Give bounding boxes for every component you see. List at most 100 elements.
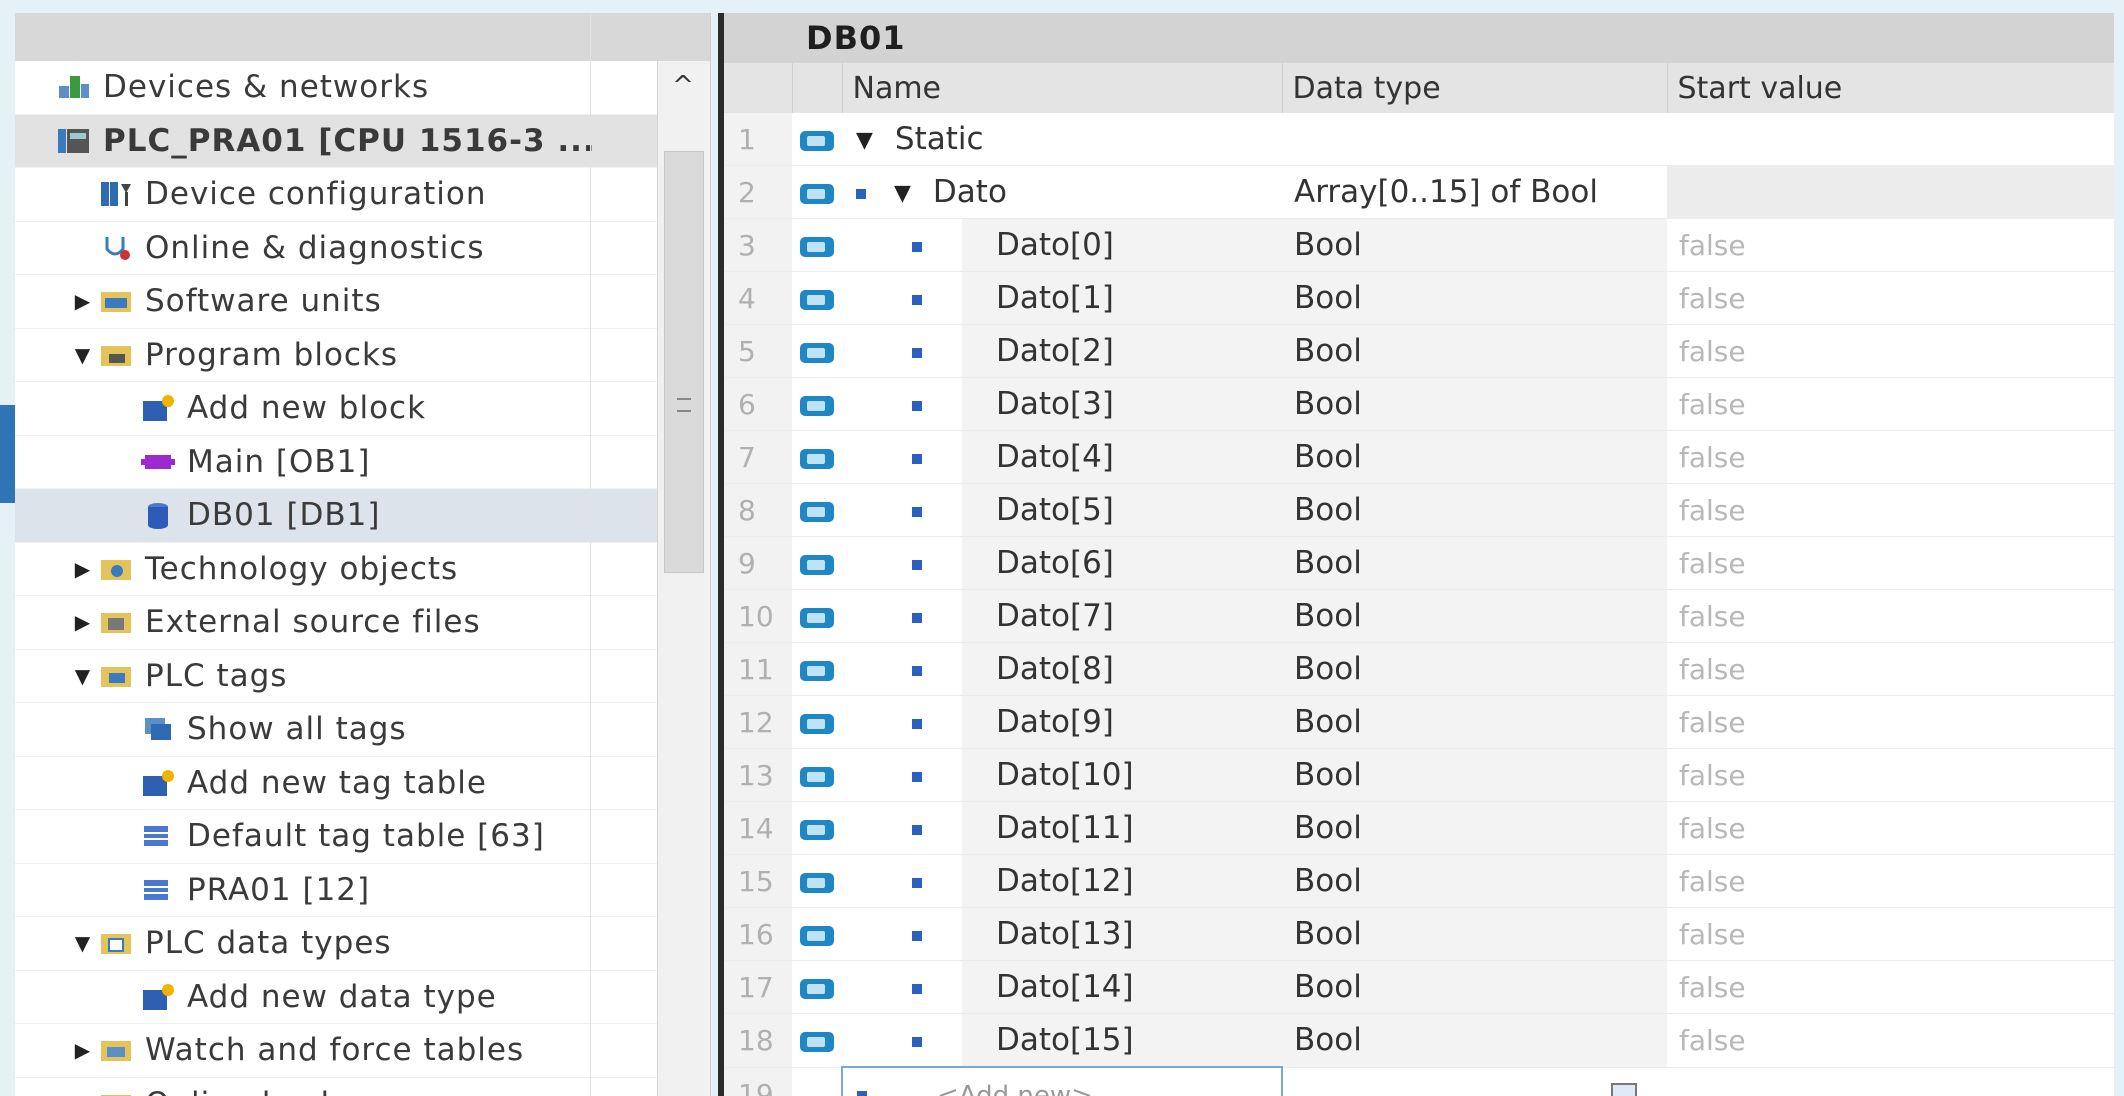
- tree-item-technology-objects[interactable]: ▶ Technology objects: [15, 543, 710, 596]
- data-type-cell[interactable]: Bool: [1282, 324, 1667, 378]
- start-value-cell[interactable]: false: [1667, 483, 2114, 537]
- tree-item-plc-tags[interactable]: ▼ PLC tags: [15, 650, 710, 703]
- data-type-cell[interactable]: Bool: [1282, 748, 1667, 802]
- tree-item-online-diagnostics[interactable]: Online & diagnostics: [15, 222, 710, 275]
- tree-item-main-ob1[interactable]: Main [OB1]: [15, 436, 710, 489]
- caret-right-icon[interactable]: ▶: [69, 608, 97, 636]
- caret-right-icon[interactable]: ▶: [69, 1090, 97, 1096]
- tree-item-add-new-tag-table[interactable]: Add new tag table: [15, 757, 710, 810]
- data-type-cell[interactable]: Bool: [1282, 218, 1667, 272]
- tree-item-devices-networks[interactable]: Devices & networks: [15, 61, 710, 115]
- data-type-cell[interactable]: Bool: [1282, 536, 1667, 590]
- data-type-cell[interactable]: Bool: [1282, 695, 1667, 749]
- start-value-cell[interactable]: false: [1667, 271, 2114, 325]
- tree-item-show-all-tags[interactable]: Show all tags: [15, 703, 710, 757]
- tree-item-external-source-files[interactable]: ▶ External source files: [15, 596, 710, 650]
- table-row[interactable]: 16 Dato[13] Bool false: [724, 907, 2114, 961]
- data-type-cell[interactable]: Bool: [1282, 589, 1667, 643]
- tree-item-default-tag-table-63[interactable]: Default tag table [63]: [15, 810, 710, 864]
- tree-item-pra01-12[interactable]: PRA01 [12]: [15, 864, 710, 917]
- tree-item-add-new-block[interactable]: Add new block: [15, 382, 710, 436]
- tree-item-db01-db1[interactable]: DB01 [DB1]: [15, 489, 710, 543]
- start-value-cell[interactable]: false: [1667, 430, 2114, 484]
- scroll-up-button[interactable]: ^: [664, 71, 702, 101]
- data-type-cell[interactable]: [1282, 113, 1667, 166]
- start-value-cell[interactable]: false: [1667, 695, 2114, 749]
- table-row[interactable]: 3 Dato[0] Bool false: [724, 218, 2114, 272]
- caret-right-icon[interactable]: ▶: [69, 555, 97, 583]
- header-start-value[interactable]: Start value: [1667, 63, 2114, 113]
- start-value-cell[interactable]: [1667, 113, 2114, 166]
- start-value-cell[interactable]: false: [1667, 1013, 2114, 1068]
- table-row[interactable]: 12 Dato[9] Bool false: [724, 695, 2114, 749]
- table-row[interactable]: 15 Dato[12] Bool false: [724, 854, 2114, 908]
- table-row[interactable]: 17 Dato[14] Bool false: [724, 960, 2114, 1014]
- name-cell[interactable]: Dato[2]: [842, 324, 1282, 378]
- start-value-cell[interactable]: false: [1667, 324, 2114, 378]
- name-cell[interactable]: Dato[9]: [842, 695, 1282, 749]
- table-row[interactable]: 1 ▼ Static: [724, 113, 2114, 166]
- table-row[interactable]: 11 Dato[8] Bool false: [724, 642, 2114, 696]
- start-value-cell[interactable]: false: [1667, 218, 2114, 272]
- caret-down-icon[interactable]: ▼: [69, 929, 97, 957]
- table-row[interactable]: 6 Dato[3] Bool false: [724, 377, 2114, 431]
- name-cell[interactable]: Dato[13]: [842, 907, 1282, 961]
- start-value-cell[interactable]: false: [1667, 801, 2114, 855]
- type-picker-icon[interactable]: [1611, 1082, 1637, 1096]
- table-row[interactable]: 7 Dato[4] Bool false: [724, 430, 2114, 484]
- add-new-row[interactable]: 19 <Add new>: [724, 1066, 2114, 1096]
- data-type-cell[interactable]: Bool: [1282, 960, 1667, 1014]
- data-type-cell[interactable]: Bool: [1282, 483, 1667, 537]
- caret-right-icon[interactable]: ▶: [69, 287, 97, 315]
- name-cell[interactable]: Dato[12]: [842, 854, 1282, 908]
- name-cell[interactable]: Dato[4]: [842, 430, 1282, 484]
- tree-item-software-units[interactable]: ▶ Software units: [15, 275, 710, 329]
- tree-item-online-backups[interactable]: ▶ Online backups: [15, 1078, 710, 1096]
- caret-down-icon[interactable]: ▼: [894, 181, 911, 206]
- header-name[interactable]: Name: [842, 63, 1283, 113]
- tree-item-plc-data-types[interactable]: ▼ PLC data types: [15, 917, 710, 971]
- table-row[interactable]: 10 Dato[7] Bool false: [724, 589, 2114, 643]
- caret-down-icon[interactable]: ▼: [69, 662, 97, 690]
- data-type-cell[interactable]: Bool: [1282, 907, 1667, 961]
- name-cell[interactable]: ▼ Dato: [842, 165, 1282, 219]
- start-value-cell[interactable]: false: [1667, 642, 2114, 696]
- tree-item-watch-and-force-tables[interactable]: ▶ Watch and force tables: [15, 1024, 710, 1078]
- data-type-cell[interactable]: Bool: [1282, 430, 1667, 484]
- table-row[interactable]: 4 Dato[1] Bool false: [724, 271, 2114, 325]
- start-value-cell[interactable]: false: [1667, 536, 2114, 590]
- tree-scrollbar[interactable]: ^: [657, 61, 710, 1096]
- name-cell[interactable]: Dato[8]: [842, 642, 1282, 696]
- name-cell[interactable]: Dato[1]: [842, 271, 1282, 325]
- caret-down-icon[interactable]: ▼: [856, 128, 873, 153]
- data-type-cell[interactable]: Bool: [1282, 377, 1667, 431]
- start-value-cell[interactable]: false: [1667, 854, 2114, 908]
- tree-item-add-new-data-type[interactable]: Add new data type: [15, 971, 710, 1024]
- name-cell[interactable]: ▼ Static: [842, 113, 1282, 166]
- name-cell[interactable]: Dato[0]: [842, 218, 1282, 272]
- data-type-cell[interactable]: Bool: [1282, 642, 1667, 696]
- name-cell[interactable]: Dato[3]: [842, 377, 1282, 431]
- table-row[interactable]: 13 Dato[10] Bool false: [724, 748, 2114, 802]
- start-value-cell[interactable]: [1667, 165, 2114, 219]
- name-cell[interactable]: Dato[15]: [842, 1013, 1282, 1068]
- start-value-cell[interactable]: false: [1667, 377, 2114, 431]
- start-value-cell[interactable]: false: [1667, 748, 2114, 802]
- start-value-cell[interactable]: false: [1667, 907, 2114, 961]
- table-row[interactable]: 5 Dato[2] Bool false: [724, 324, 2114, 378]
- start-value-cell[interactable]: false: [1667, 589, 2114, 643]
- data-type-cell[interactable]: Array[0..15] of Bool: [1282, 165, 1667, 219]
- tree-item-plc-pra01-cpu-1516-3[interactable]: PLC_PRA01 [CPU 1516-3 ...: [15, 114, 710, 168]
- name-cell[interactable]: Dato[5]: [842, 483, 1282, 537]
- caret-right-icon[interactable]: ▶: [69, 1036, 97, 1064]
- data-type-cell[interactable]: Bool: [1282, 801, 1667, 855]
- tree-item-device-configuration[interactable]: Device configuration: [15, 168, 710, 222]
- name-cell[interactable]: Dato[6]: [842, 536, 1282, 590]
- table-row[interactable]: 18 Dato[15] Bool false: [724, 1013, 2114, 1068]
- data-type-cell[interactable]: Bool: [1282, 854, 1667, 908]
- table-row[interactable]: 2 ▼ Dato Array[0..15] of Bool: [724, 165, 2114, 219]
- name-cell[interactable]: Dato[14]: [842, 960, 1282, 1014]
- table-row[interactable]: 14 Dato[11] Bool false: [724, 801, 2114, 855]
- tree-item-program-blocks[interactable]: ▼ Program blocks: [15, 329, 710, 382]
- caret-down-icon[interactable]: ▼: [69, 341, 97, 369]
